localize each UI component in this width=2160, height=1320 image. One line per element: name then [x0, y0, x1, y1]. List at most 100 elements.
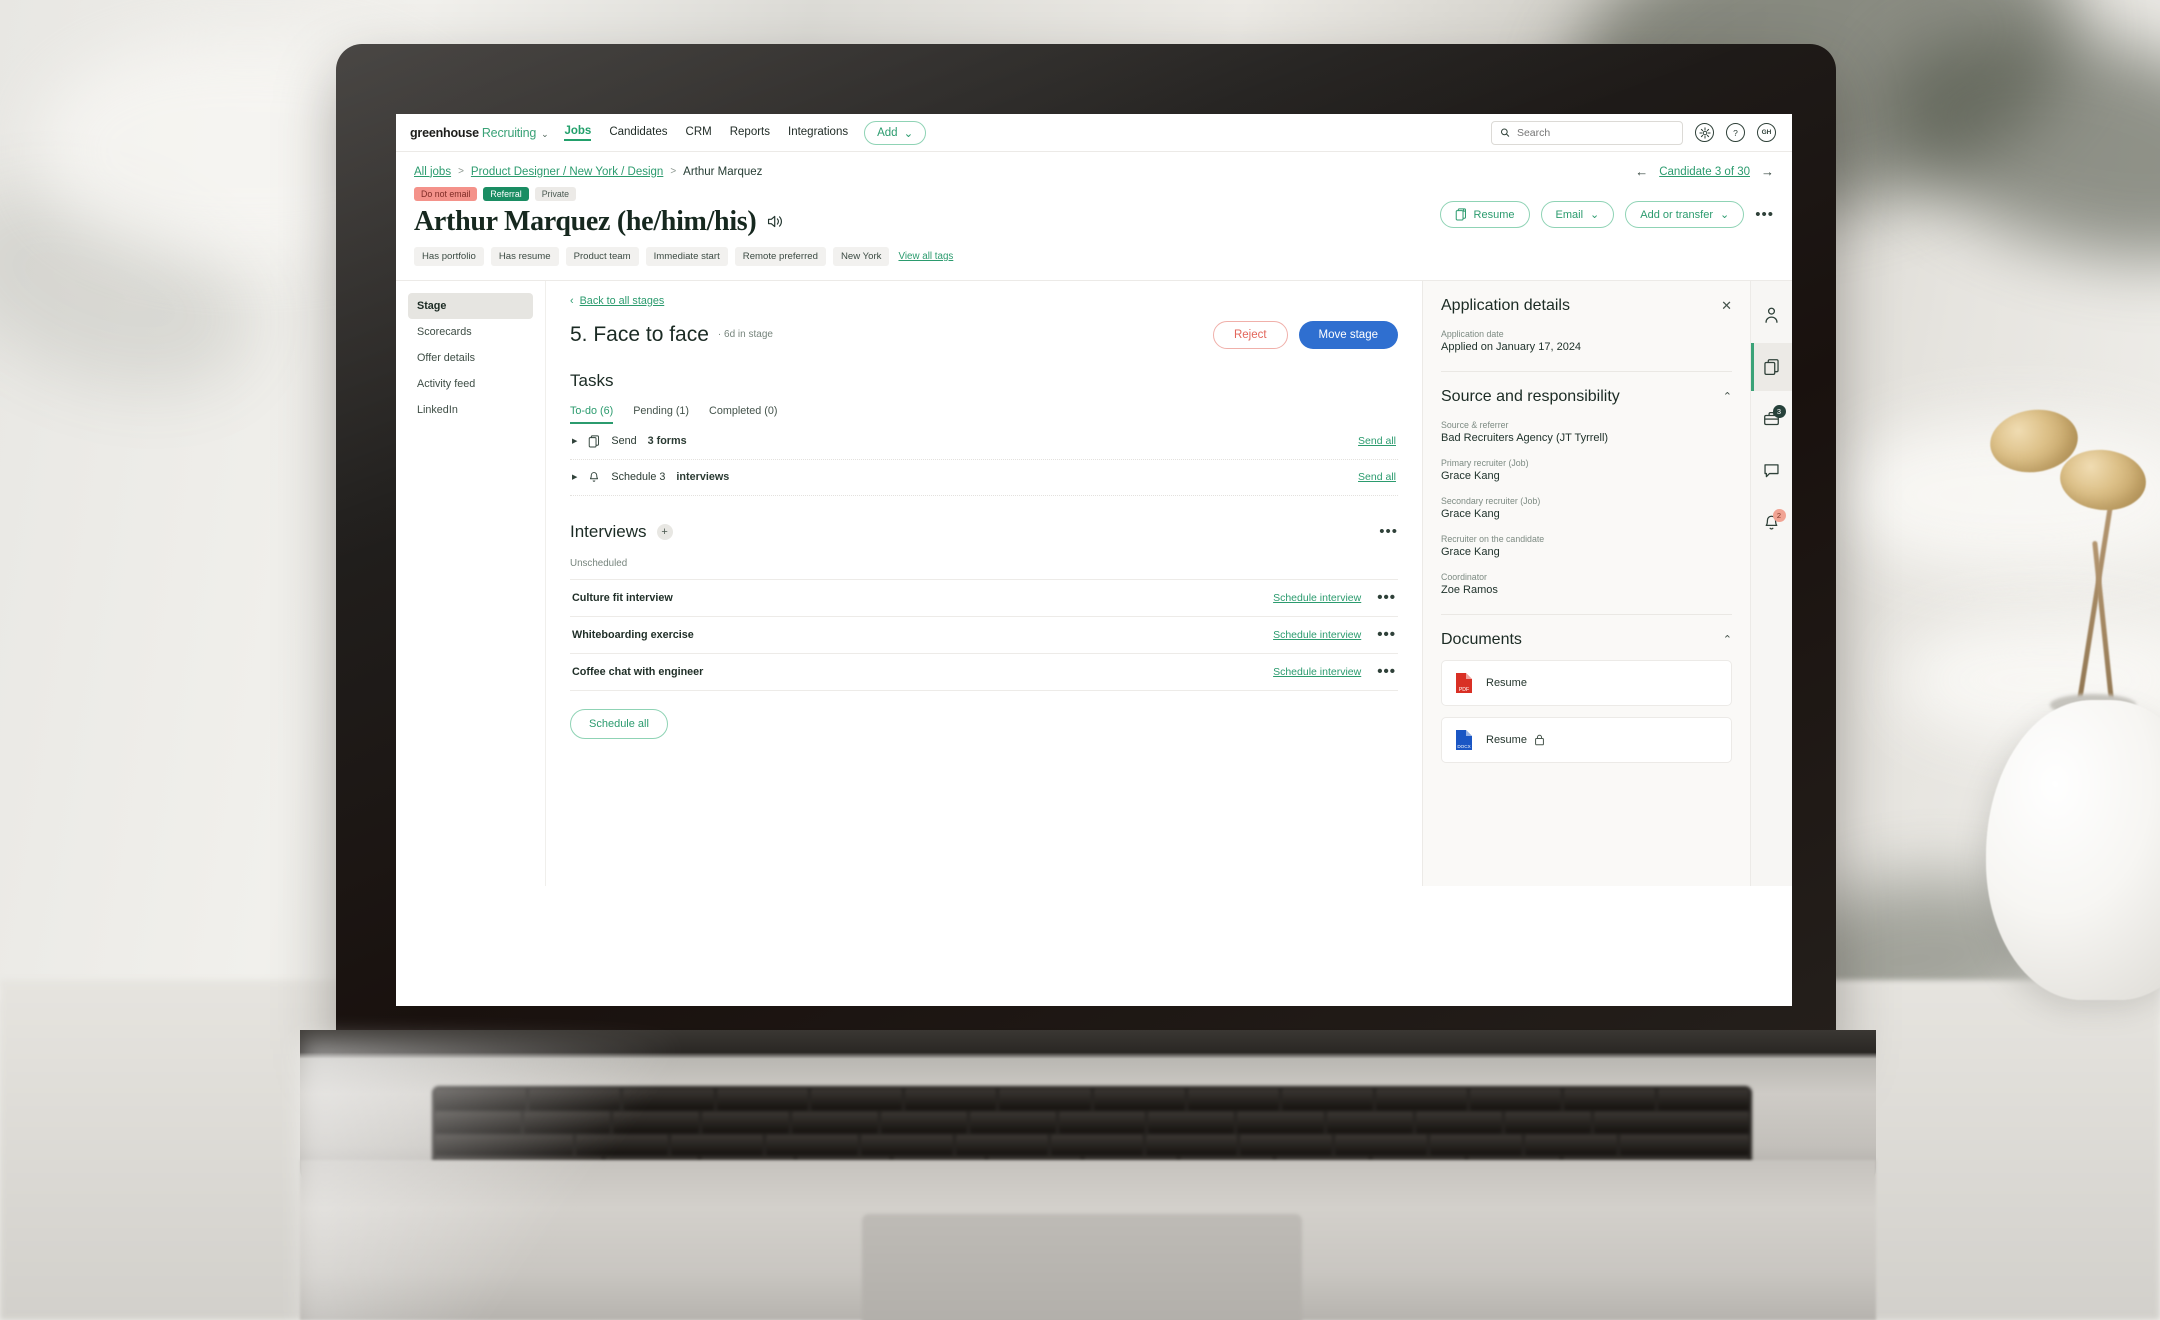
tasks-heading: Tasks	[570, 370, 614, 390]
email-button[interactable]: Email ⌄	[1540, 201, 1615, 228]
send-all-link[interactable]: Send all	[1358, 435, 1396, 447]
documents-icon[interactable]	[1750, 342, 1792, 391]
chevron-up-icon[interactable]: ⌃	[1723, 390, 1732, 403]
gear-icon[interactable]	[1695, 123, 1714, 142]
interview-name: Whiteboarding exercise	[572, 628, 694, 641]
field-label: Primary recruiter (Job)	[1441, 457, 1529, 468]
breadcrumb-separator: >	[458, 166, 464, 177]
next-candidate-arrow[interactable]: →	[1761, 164, 1774, 179]
move-stage-button[interactable]: Move stage	[1298, 320, 1398, 349]
view-all-tags-link[interactable]: View all tags	[898, 251, 953, 262]
person-icon[interactable]	[1751, 291, 1793, 339]
schedule-all-button[interactable]: Schedule all	[570, 708, 668, 739]
search-input[interactable]	[1516, 126, 1674, 139]
body-row: Stage Scorecards Offer details Activity …	[396, 279, 1793, 886]
task-label-strong: 3 forms	[647, 435, 687, 448]
application-date-label: Application date	[1441, 328, 1504, 339]
interview-more-icon[interactable]: •••	[1377, 664, 1396, 679]
tab-completed[interactable]: Completed (0)	[709, 405, 777, 424]
sidebar-item-stage[interactable]: Stage	[408, 292, 533, 319]
reject-button[interactable]: Reject	[1212, 320, 1288, 349]
sidebar-item-linkedin[interactable]: LinkedIn	[408, 397, 533, 423]
candidate-counter[interactable]: Candidate 3 of 30	[1659, 166, 1750, 178]
send-all-link[interactable]: Send all	[1358, 471, 1396, 483]
tag[interactable]: Has portfolio	[414, 246, 484, 266]
nav-item-crm[interactable]: CRM	[686, 126, 712, 140]
keyboard-row	[435, 1089, 1750, 1110]
nav-item-reports[interactable]: Reports	[730, 126, 770, 140]
laptop-screen: greenhouse Recruiting ⌄ Jobs Candidates …	[396, 114, 1792, 1006]
expand-caret-icon[interactable]: ▶	[572, 473, 577, 481]
search-box[interactable]	[1491, 120, 1683, 145]
interviews-header: Interviews + •••	[570, 522, 1398, 542]
expand-caret-icon[interactable]: ▶	[572, 437, 577, 445]
interview-row: Coffee chat with engineer Schedule inter…	[570, 654, 1398, 691]
pronounce-name-icon[interactable]	[767, 214, 784, 229]
breadcrumb-row: All jobs > Product Designer / New York /…	[396, 152, 1792, 179]
add-interview-icon[interactable]: +	[656, 523, 673, 540]
briefcase-icon[interactable]: 3	[1751, 395, 1793, 443]
documents-section-header[interactable]: Documents ⌃	[1441, 631, 1732, 649]
interviews-more-icon[interactable]: •••	[1379, 524, 1398, 539]
breadcrumb-all-jobs[interactable]: All jobs	[414, 166, 451, 178]
resume-button[interactable]: Resume	[1439, 201, 1530, 228]
tag[interactable]: Remote preferred	[734, 246, 826, 266]
application-details-panel: Application details ✕ Application date A…	[1422, 280, 1750, 886]
close-icon[interactable]: ✕	[1721, 298, 1732, 314]
document-card[interactable]: PDF Resume	[1441, 659, 1732, 706]
keyboard-row	[435, 1134, 1749, 1156]
laptop: greenhouse Recruiting ⌄ Jobs Candidates …	[0, 0, 2160, 1320]
docx-file-icon: DOCX	[1456, 729, 1472, 750]
briefcase-badge: 3	[1772, 404, 1786, 418]
document-icon	[588, 435, 600, 448]
field-label: Coordinator	[1441, 571, 1487, 582]
schedule-interview-link[interactable]: Schedule interview	[1273, 592, 1361, 604]
schedule-interview-link[interactable]: Schedule interview	[1273, 666, 1361, 678]
source-section-header[interactable]: Source and responsibility ⌃	[1441, 388, 1732, 406]
task-label-prefix: Schedule 3	[611, 471, 666, 484]
logo-brand: greenhouse	[410, 125, 479, 140]
tab-pending[interactable]: Pending (1)	[633, 405, 689, 424]
nav-item-candidates[interactable]: Candidates	[609, 126, 667, 140]
tag[interactable]: Has resume	[490, 246, 559, 266]
tag[interactable]: Product team	[565, 246, 639, 266]
interview-name: Culture fit interview	[572, 591, 673, 604]
comment-icon[interactable]	[1751, 447, 1793, 495]
interview-more-icon[interactable]: •••	[1377, 590, 1396, 605]
greenhouse-app: greenhouse Recruiting ⌄ Jobs Candidates …	[396, 114, 1792, 1006]
add-or-transfer-label: Add or transfer	[1640, 208, 1714, 221]
schedule-interview-link[interactable]: Schedule interview	[1273, 629, 1361, 641]
field-value: Grace Kang	[1441, 507, 1500, 520]
sidebar-item-scorecards[interactable]: Scorecards	[408, 319, 533, 345]
interview-more-icon[interactable]: •••	[1377, 627, 1396, 642]
details-panel-title: Application details	[1441, 296, 1570, 314]
tag[interactable]: New York	[832, 246, 890, 266]
nav-item-integrations[interactable]: Integrations	[788, 126, 848, 140]
document-card[interactable]: DOCX Resume	[1441, 716, 1732, 763]
add-or-transfer-button[interactable]: Add or transfer ⌄	[1625, 201, 1745, 228]
candidate-sidebar: Stage Scorecards Offer details Activity …	[396, 280, 546, 886]
sidebar-item-offer-details[interactable]: Offer details	[408, 345, 533, 371]
sidebar-item-activity-feed[interactable]: Activity feed	[408, 371, 533, 397]
bell-icon[interactable]: 2	[1751, 499, 1793, 547]
tab-todo[interactable]: To-do (6)	[570, 405, 614, 424]
logo-product: Recruiting	[481, 125, 537, 140]
bell-icon	[588, 471, 600, 484]
field-value: Zoe Ramos	[1441, 583, 1498, 596]
back-to-all-stages-link[interactable]: ‹ Back to all stages	[570, 295, 1398, 307]
chevron-up-icon[interactable]: ⌃	[1723, 633, 1732, 646]
field-value: Grace Kang	[1441, 469, 1500, 482]
previous-candidate-arrow[interactable]: ←	[1635, 164, 1648, 179]
avatar[interactable]: GH	[1757, 123, 1776, 142]
tag[interactable]: Immediate start	[645, 246, 728, 266]
interview-row: Whiteboarding exercise Schedule intervie…	[570, 617, 1398, 654]
application-date-value: Applied on January 17, 2024	[1441, 340, 1582, 353]
help-icon[interactable]: ?	[1726, 123, 1745, 142]
add-button[interactable]: Add ⌄	[864, 120, 927, 145]
chevron-down-icon[interactable]: ⌄	[541, 129, 549, 140]
more-options-icon[interactable]: •••	[1755, 207, 1774, 222]
breadcrumb-job[interactable]: Product Designer / New York / Design	[471, 166, 663, 178]
divider	[1441, 370, 1732, 372]
app-logo[interactable]: greenhouse Recruiting ⌄	[410, 125, 549, 140]
nav-item-jobs[interactable]: Jobs	[564, 125, 592, 141]
